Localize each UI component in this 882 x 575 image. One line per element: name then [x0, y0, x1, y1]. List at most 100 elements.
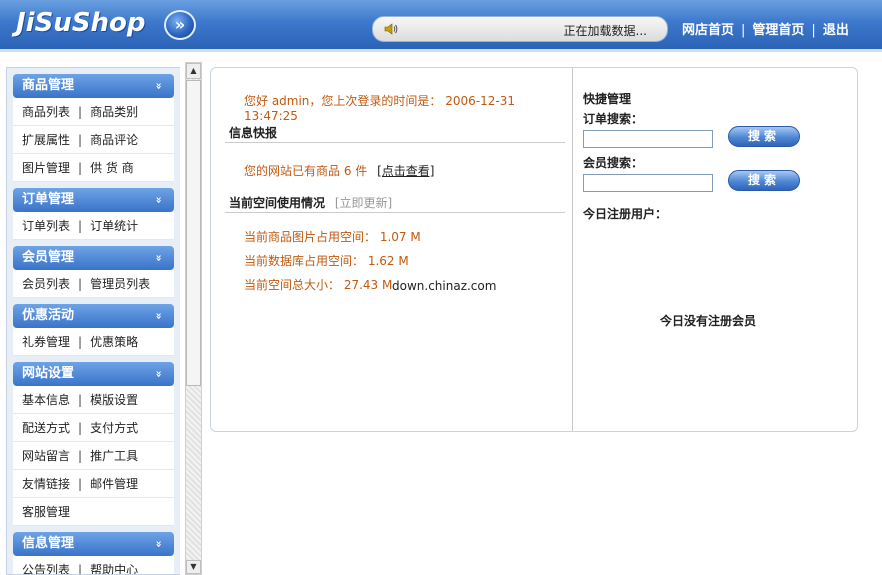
menu-row: 客服管理 [13, 498, 174, 526]
menu-link[interactable]: 邮件管理 [90, 477, 138, 491]
divider [225, 142, 565, 143]
logout-link[interactable]: 退出 [823, 23, 849, 38]
scroll-up-arrow-icon[interactable]: ▲ [186, 63, 201, 79]
menu-row: 扩展属性 | 商品评论 [13, 126, 174, 154]
menu-link[interactable]: 商品列表 [22, 105, 70, 119]
menu-row: 友情链接 | 邮件管理 [13, 470, 174, 498]
menu-link[interactable]: 推广工具 [90, 449, 138, 463]
menu-group-title: 优惠活动 [22, 308, 75, 323]
menu-separator: | [78, 277, 83, 291]
double-chevron-down-icon[interactable]: » [146, 312, 170, 319]
loading-status-bar: 正在加载数据... [372, 16, 668, 42]
menu-link[interactable]: 配送方式 [22, 421, 70, 435]
menu-separator: | [78, 393, 83, 407]
menu-group-title: 网站设置 [22, 366, 75, 381]
sidebar-scrollbar[interactable]: ▲ ▼ [185, 62, 202, 575]
top-nav: 网店首页 | 管理首页 | 退出 [682, 19, 849, 38]
member-search-input[interactable] [583, 174, 713, 192]
menu-group-title: 会员管理 [22, 250, 75, 265]
menu-row: 会员列表 | 管理员列表 [13, 270, 174, 298]
menu-link[interactable]: 支付方式 [90, 421, 138, 435]
no-users-message: 今日没有注册会员 [659, 314, 756, 328]
space-section-header: 当前空间使用情况 [立即更新] [229, 194, 392, 211]
menu-link[interactable]: 公告列表 [22, 563, 70, 574]
last-login-greeting: 您好 admin，您上次登录的时间是： 2006-12-31 13:47:25 [244, 94, 515, 123]
menu-link[interactable]: 礼券管理 [22, 335, 70, 349]
menu-group-title: 信息管理 [22, 536, 75, 551]
nav-separator: | [811, 23, 816, 38]
menu-separator: | [78, 563, 83, 575]
order-search-button[interactable]: 搜索 [728, 126, 800, 147]
update-space-link[interactable]: [立即更新] [335, 196, 392, 210]
menu-group-title: 订单管理 [22, 192, 75, 207]
menu-separator: | [78, 133, 83, 147]
sidebar-menu: 商品管理» 商品列表 | 商品类别 扩展属性 | 商品评论 图片管理 | 供 货 商订单管理» 订单… [6, 67, 180, 575]
menu-separator: | [78, 105, 83, 119]
menu-group-header[interactable]: 优惠活动 » [13, 304, 174, 328]
double-chevron-down-icon[interactable]: » [146, 254, 170, 261]
info-column: 您好 admin，您上次登录的时间是： 2006-12-31 13:47:25 … [211, 68, 573, 431]
site-logo: JiSuShop [16, 8, 146, 38]
menu-separator: | [78, 477, 83, 491]
menu-link[interactable]: 友情链接 [22, 477, 70, 491]
quick-manage-column: 快捷管理 订单搜索： 搜索 会员搜索： 搜索 今日注册用户： 今日没有注册会员 [583, 68, 853, 431]
menu-separator: | [78, 219, 83, 233]
double-chevron-down-icon[interactable]: » [146, 82, 170, 89]
menu-link[interactable]: 模版设置 [90, 393, 138, 407]
menu-link[interactable]: 会员列表 [22, 277, 70, 291]
menu-row: 公告列表 | 帮助中心 [13, 556, 174, 575]
menu-group-title: 商品管理 [22, 78, 75, 93]
order-search-label: 订单搜索： [583, 112, 644, 126]
divider [225, 212, 565, 213]
menu-link[interactable]: 网站留言 [22, 449, 70, 463]
db-space-usage: 当前数据库占用空间： 1.62 M [244, 254, 409, 268]
menu-row: 网站留言 | 推广工具 [13, 442, 174, 470]
menu-link[interactable]: 管理员列表 [90, 277, 150, 291]
main-panel: 您好 admin，您上次登录的时间是： 2006-12-31 13:47:25 … [210, 67, 858, 432]
menu-group-header[interactable]: 网站设置 » [13, 362, 174, 386]
today-users-label: 今日注册用户： [583, 207, 668, 221]
product-count-row: 您的网站已有商品 6 件 [点击查看] [244, 162, 434, 179]
watermark-text: down.chinaz.com [392, 279, 497, 293]
menu-separator: | [78, 335, 83, 349]
status-text: 正在加载数据... [563, 24, 647, 38]
menu-link[interactable]: 帮助中心 [90, 563, 138, 574]
total-space: 当前空间总大小： 27.43 M [244, 278, 393, 292]
image-space-usage: 当前商品图片占用空间： 1.07 M [244, 230, 421, 244]
scroll-thumb[interactable] [186, 80, 201, 386]
menu-link[interactable]: 供 货 商 [90, 161, 134, 175]
menu-row: 配送方式 | 支付方式 [13, 414, 174, 442]
info-section-title: 信息快报 [229, 126, 278, 140]
quick-manage-title: 快捷管理 [583, 92, 632, 106]
menu-separator: | [78, 421, 83, 435]
menu-link[interactable]: 订单列表 [22, 219, 70, 233]
member-search-button[interactable]: 搜索 [728, 170, 800, 191]
double-chevron-down-icon[interactable]: » [146, 540, 170, 547]
menu-link[interactable]: 客服管理 [22, 505, 70, 519]
menu-link[interactable]: 基本信息 [22, 393, 70, 407]
top-header: JiSuShop » 正在加载数据... 网店首页 | 管理首页 | 退出 [0, 0, 882, 52]
admin-home-link[interactable]: 管理首页 [752, 23, 804, 38]
menu-row: 图片管理 | 供 货 商 [13, 154, 174, 182]
double-chevron-down-icon[interactable]: » [146, 196, 170, 203]
nav-separator: | [741, 23, 746, 38]
menu-row: 订单列表 | 订单统计 [13, 212, 174, 240]
menu-group-header[interactable]: 商品管理 » [13, 74, 174, 98]
menu-group-header[interactable]: 信息管理 » [13, 532, 174, 556]
toggle-sidebar-button[interactable]: » [164, 10, 196, 40]
menu-link[interactable]: 图片管理 [22, 161, 70, 175]
menu-link[interactable]: 商品评论 [90, 133, 138, 147]
shop-home-link[interactable]: 网店首页 [682, 23, 734, 38]
view-products-link[interactable]: [点击查看] [377, 164, 434, 178]
menu-link[interactable]: 优惠策略 [90, 335, 138, 349]
menu-link[interactable]: 扩展属性 [22, 133, 70, 147]
menu-group-header[interactable]: 订单管理 » [13, 188, 174, 212]
order-search-input[interactable] [583, 130, 713, 148]
double-chevron-down-icon[interactable]: » [146, 370, 170, 377]
menu-separator: | [78, 161, 83, 175]
menu-link[interactable]: 商品类别 [90, 105, 138, 119]
menu-link[interactable]: 订单统计 [90, 219, 138, 233]
scroll-down-arrow-icon[interactable]: ▼ [186, 560, 201, 574]
double-chevron-right-icon: » [174, 15, 186, 34]
menu-group-header[interactable]: 会员管理 » [13, 246, 174, 270]
